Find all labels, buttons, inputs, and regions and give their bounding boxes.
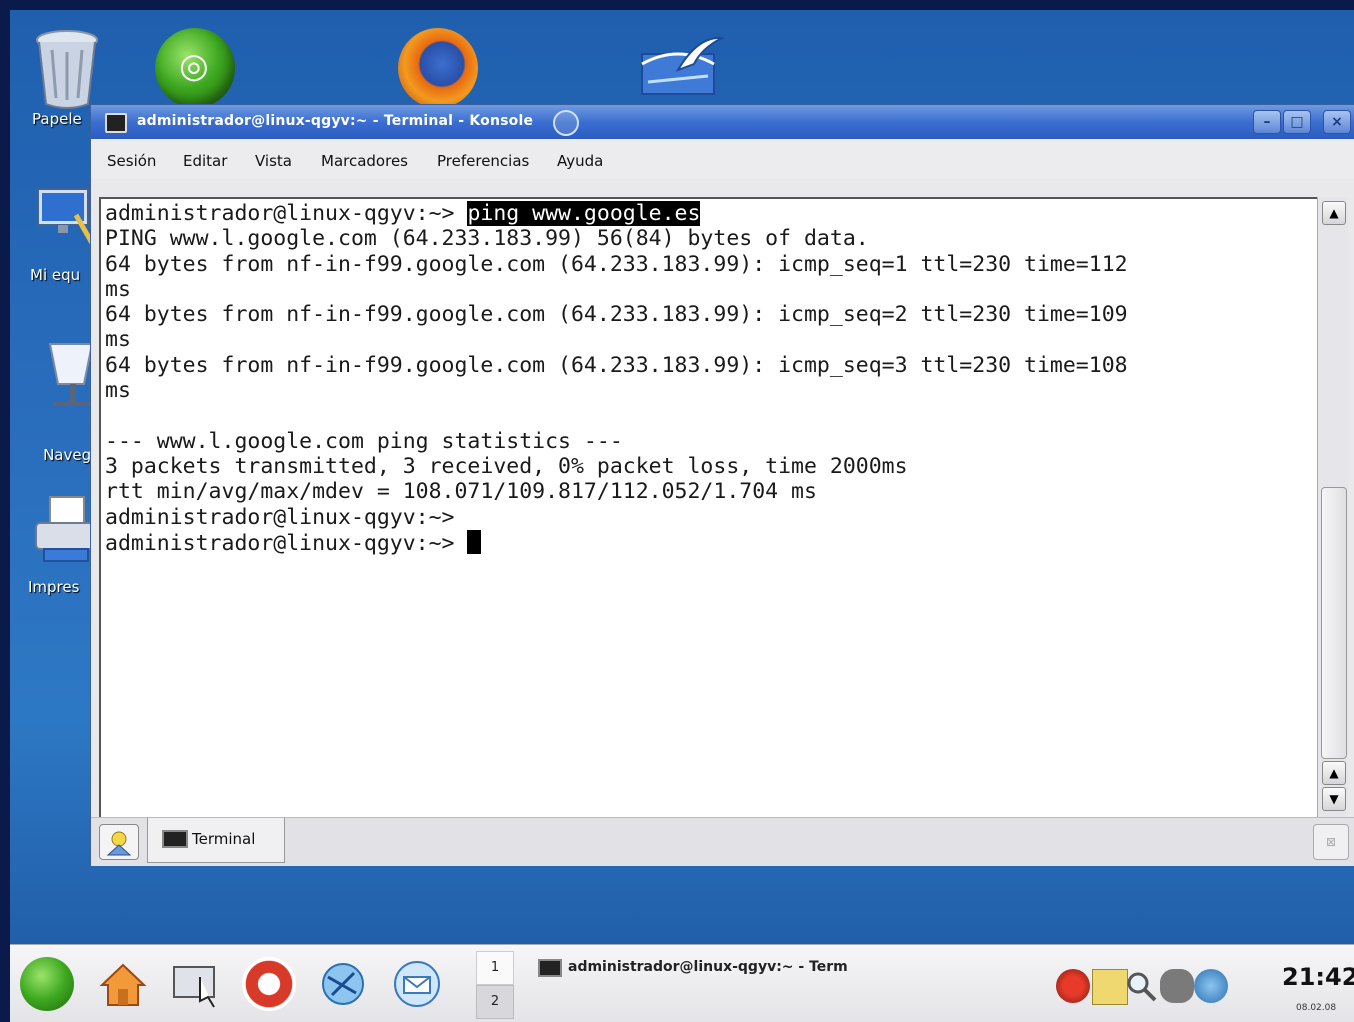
search-icon[interactable] — [1124, 969, 1158, 1003]
desktop-icon-trash[interactable]: Papele — [32, 110, 82, 128]
desktop-pager: 1 2 — [476, 949, 514, 1019]
printer-icon[interactable] — [34, 495, 96, 565]
minimize-button[interactable]: – — [1253, 110, 1281, 134]
terminal-line: 64 bytes from nf-in-f99.google.com (64.2… — [105, 251, 1128, 277]
updater-icon[interactable] — [1194, 969, 1228, 1003]
terminal-tab-icon — [162, 830, 188, 848]
desktop-switch-icon[interactable] — [170, 957, 224, 1011]
opensuse-icon[interactable] — [155, 28, 235, 108]
scrollbar-thumb[interactable] — [1321, 487, 1347, 759]
terminal-line: rtt min/avg/max/mdev = 108.071/109.817/1… — [105, 479, 817, 505]
taskbar: 1 2 administrador@linux-qgyv:~ - Term 21… — [10, 944, 1354, 1022]
window-titlebar[interactable]: administrador@linux-qgyv:~ - Terminal - … — [91, 105, 1354, 139]
terminal-line: administrador@linux-qgyv:~> — [105, 530, 468, 556]
tab-label: Terminal — [192, 830, 256, 848]
terminal-task-icon — [538, 959, 562, 977]
terminal-line: PING www.l.google.com (64.233.183.99) 56… — [105, 226, 869, 252]
menubar: Sesión Editar Vista Marcadores Preferenc… — [91, 139, 1354, 179]
menu-sesion[interactable]: Sesión — [107, 152, 156, 170]
date: 08.02.08 — [1296, 1003, 1337, 1013]
openoffice-icon[interactable] — [638, 34, 726, 98]
pager-desktop-1[interactable]: 1 — [476, 951, 514, 985]
desktop-icon-printer[interactable]: Impres — [28, 578, 79, 596]
window-title: administrador@linux-qgyv:~ - Terminal - … — [137, 113, 534, 129]
tab-bar: Terminal ⊠ — [91, 817, 1354, 866]
terminal-line: 64 bytes from nf-in-f99.google.com (64.2… — [105, 352, 1128, 378]
menu-marcadores[interactable]: Marcadores — [321, 152, 408, 170]
desktop-icon-my-computer[interactable]: Mi equ — [30, 266, 80, 284]
close-button[interactable]: × — [1323, 110, 1351, 134]
klipper-icon[interactable] — [1092, 969, 1128, 1005]
terminal-line: 3 packets transmitted, 3 received, 0% pa… — [105, 453, 908, 479]
konqueror-icon[interactable] — [316, 957, 370, 1011]
help-center-icon[interactable] — [242, 957, 296, 1011]
new-session-button[interactable] — [99, 824, 139, 860]
task-label: administrador@linux-qgyv:~ - Term — [568, 959, 848, 975]
tab-terminal[interactable]: Terminal — [147, 818, 285, 863]
terminal-output[interactable]: administrador@linux-qgyv:~> ping www.goo… — [105, 201, 1128, 556]
my-computer-icon[interactable] — [36, 185, 96, 245]
terminal-line: ms — [105, 276, 131, 302]
desktop-icon-label: Mi equ — [30, 266, 81, 284]
taskbar-task-konsole[interactable]: administrador@linux-qgyv:~ - Term — [530, 949, 870, 989]
clock[interactable]: 21:42 — [1282, 963, 1354, 991]
scroll-down-button[interactable]: ▼ — [1322, 787, 1346, 811]
terminal-icon[interactable] — [105, 113, 127, 133]
scroll-up-button[interactable]: ▲ — [1322, 761, 1346, 785]
terminal-scrollbar[interactable]: ▲ ▲ ▼ — [1317, 197, 1348, 817]
mail-client-icon[interactable] — [390, 957, 444, 1011]
firefox-icon[interactable] — [398, 28, 478, 108]
start-menu-icon[interactable] — [20, 957, 74, 1011]
terminal-area[interactable]: administrador@linux-qgyv:~> ping www.goo… — [99, 197, 1317, 819]
new-session-icon — [106, 831, 132, 856]
scroll-up-top-button[interactable]: ▲ — [1322, 201, 1346, 225]
pager-desktop-2[interactable]: 2 — [476, 985, 514, 1019]
trash-icon[interactable] — [32, 28, 102, 110]
konsole-window: administrador@linux-qgyv:~ - Terminal - … — [90, 104, 1354, 866]
terminal-selected-command[interactable]: ping www.google.es — [467, 201, 701, 226]
maximize-button[interactable]: □ — [1283, 110, 1311, 134]
terminal-line: ms — [105, 378, 131, 404]
desktop-icon-label: Impres — [28, 578, 80, 596]
menu-preferencias[interactable]: Preferencias — [437, 152, 529, 170]
close-tab-button[interactable]: ⊠ — [1313, 824, 1349, 860]
menu-editar[interactable]: Editar — [183, 152, 227, 170]
desktop-icon-label: Papele — [32, 110, 82, 128]
terminal-line: 64 bytes from nf-in-f99.google.com (64.2… — [105, 302, 1128, 328]
network-status-icon[interactable] — [1056, 969, 1090, 1003]
terminal-line: administrador@linux-qgyv:~> — [105, 504, 455, 530]
device-notifier-icon[interactable] — [1160, 969, 1194, 1003]
help-icon[interactable] — [553, 110, 579, 136]
desktop: Papele Mi equ Navega por la r — [10, 10, 1354, 1021]
home-icon[interactable] — [96, 957, 150, 1011]
terminal-line: --- www.l.google.com ping statistics --- — [105, 428, 623, 454]
menu-ayuda[interactable]: Ayuda — [557, 152, 603, 170]
menu-vista[interactable]: Vista — [255, 152, 292, 170]
terminal-prompt: administrador@linux-qgyv:~> — [105, 201, 468, 226]
terminal-line: ms — [105, 327, 131, 353]
terminal-cursor — [467, 529, 482, 554]
